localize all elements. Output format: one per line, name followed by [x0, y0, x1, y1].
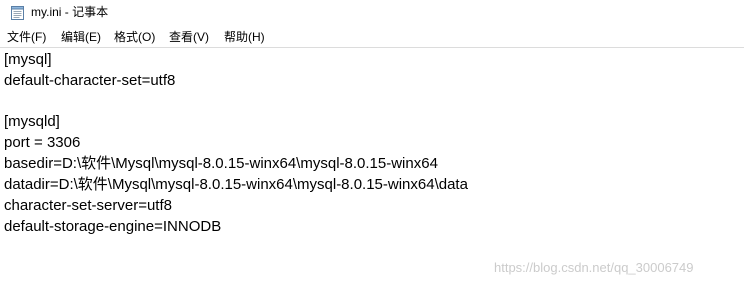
- notepad-icon: [11, 5, 24, 20]
- menu-file[interactable]: 文件(F): [7, 29, 46, 45]
- text-editor[interactable]: [mysql] default-character-set=utf8 [mysq…: [0, 47, 744, 288]
- editor-line: [mysqld]: [4, 113, 60, 130]
- editor-line: default-storage-engine=INNODB: [4, 218, 222, 235]
- editor-line: port = 3306: [4, 134, 81, 151]
- menu-help[interactable]: 帮助(H): [224, 29, 265, 45]
- notepad-window: my.ini - 记事本 文件(F) 编辑(E) 格式(O) 查看(V) 帮助(…: [0, 0, 744, 288]
- menu-format[interactable]: 格式(O): [114, 29, 155, 45]
- editor-line: datadir=D:\软件\Mysql\mysql-8.0.15-winx64\…: [4, 176, 468, 193]
- editor-line: [mysql]: [4, 51, 52, 68]
- menu-view[interactable]: 查看(V): [169, 29, 209, 45]
- editor-line: basedir=D:\软件\Mysql\mysql-8.0.15-winx64\…: [4, 155, 438, 172]
- title-bar[interactable]: my.ini - 记事本: [0, 0, 744, 24]
- editor-line: default-character-set=utf8: [4, 72, 176, 89]
- editor-line: character-set-server=utf8: [4, 197, 172, 214]
- window-title: my.ini - 记事本: [31, 5, 109, 19]
- watermark-text: https://blog.csdn.net/qq_30006749: [494, 260, 694, 275]
- menu-bar: 文件(F) 编辑(E) 格式(O) 查看(V) 帮助(H): [0, 27, 744, 47]
- menu-edit[interactable]: 编辑(E): [61, 29, 101, 45]
